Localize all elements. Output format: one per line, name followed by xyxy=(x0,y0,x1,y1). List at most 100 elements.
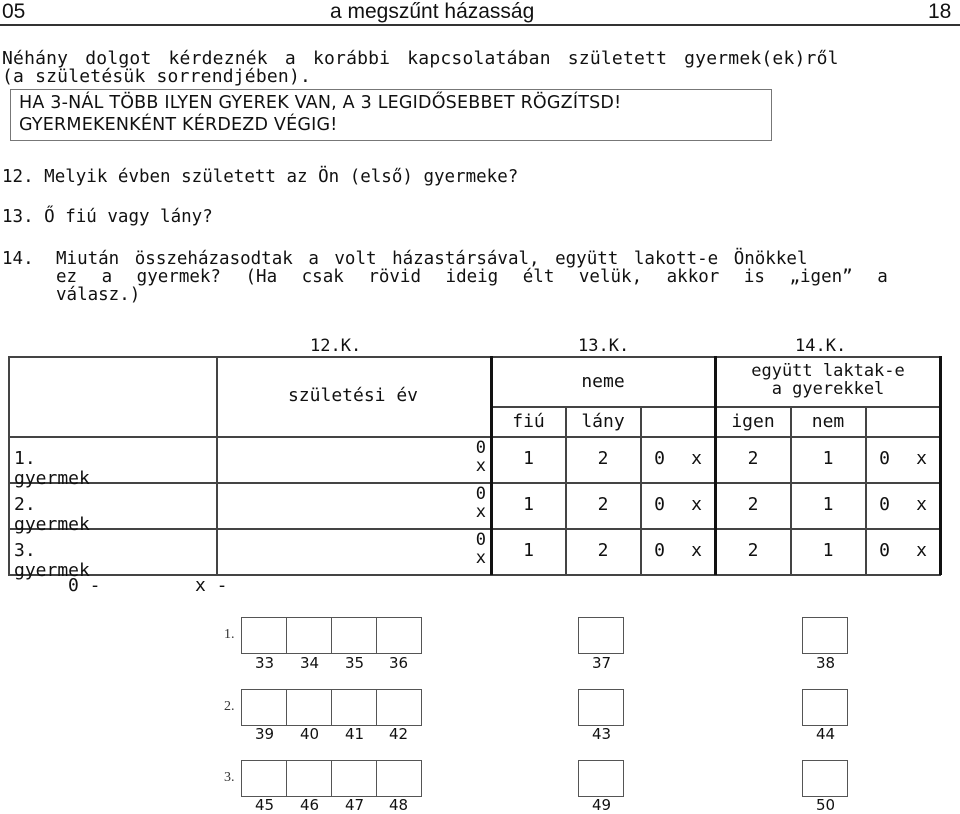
code-box-34[interactable] xyxy=(286,617,332,654)
header-lived-together-line-1: együtt laktak-e xyxy=(751,361,905,381)
code-number: 43 xyxy=(591,725,612,743)
code-number: 42 xyxy=(388,725,409,743)
row-1-lived-code-x[interactable]: x xyxy=(903,449,940,469)
code-box-43[interactable] xyxy=(578,689,624,726)
question-14-line-3: válasz.) xyxy=(56,285,141,305)
row-1-sex-code-0[interactable]: 0 xyxy=(641,449,678,469)
code-number: 36 xyxy=(388,654,409,672)
question-13: 13. Ő fiú vagy lány? xyxy=(2,208,213,226)
code-box-36[interactable] xyxy=(376,617,422,654)
code-12k: 12.K. xyxy=(310,336,362,356)
coding-row-label-1: 1. xyxy=(224,627,235,642)
legend-zero: 0 - xyxy=(68,575,101,596)
code-number: 38 xyxy=(815,654,836,672)
row-1-year-code-x: x xyxy=(475,456,486,476)
section-code: 05 xyxy=(2,0,26,23)
code-box-35[interactable] xyxy=(331,617,377,654)
row-1-yes-code[interactable]: 2 xyxy=(716,449,790,469)
row-1-no-code[interactable]: 1 xyxy=(791,449,865,469)
table-row-divider xyxy=(8,528,941,530)
subheader-girl: lány xyxy=(581,411,625,432)
code-box-42[interactable] xyxy=(376,689,422,726)
question-14-number: 14. xyxy=(2,249,34,269)
code-14k: 14.K. xyxy=(795,336,847,356)
coding-row-label-3: 3. xyxy=(224,770,235,785)
code-box-47[interactable] xyxy=(331,760,377,797)
subheader-no: nem xyxy=(811,411,845,432)
row-3-lived-code-0[interactable]: 0 xyxy=(866,541,903,561)
question-12-number: 12. xyxy=(2,167,34,187)
row-1-lived-code-0[interactable]: 0 xyxy=(866,449,903,469)
row-1-boy-code[interactable]: 1 xyxy=(492,449,565,469)
code-box-48[interactable] xyxy=(376,760,422,797)
row-3-sex-code-0[interactable]: 0 xyxy=(641,541,678,561)
row-2-year-code-0: 0 xyxy=(475,484,486,504)
row-2-sex-code-0[interactable]: 0 xyxy=(641,495,678,515)
row-1-year-code-0: 0 xyxy=(475,438,486,458)
row-2-lived-code-0[interactable]: 0 xyxy=(866,495,903,515)
row-3-no-code[interactable]: 1 xyxy=(791,541,865,561)
subheader-yes: igen xyxy=(731,411,775,432)
header-divider xyxy=(0,24,960,26)
code-box-45[interactable] xyxy=(241,760,287,797)
question-14-line-2: ez a gyermek? (Ha csak rövid ideig élt v… xyxy=(56,267,888,287)
code-box-49[interactable] xyxy=(578,760,624,797)
question-12: 12. Melyik évben született az Ön (első) … xyxy=(2,168,518,186)
code-box-50[interactable] xyxy=(802,760,848,797)
row-1-girl-code[interactable]: 2 xyxy=(566,449,640,469)
code-box-39[interactable] xyxy=(241,689,287,726)
header-sex: neme xyxy=(581,371,625,392)
subheader-boy: fiú xyxy=(512,411,545,432)
intro-line-2: (a születésük sorrendjében). xyxy=(2,66,312,87)
row-2-boy-code[interactable]: 1 xyxy=(492,495,565,515)
code-number: 40 xyxy=(299,725,320,743)
code-box-46[interactable] xyxy=(286,760,332,797)
row-3-yes-code[interactable]: 2 xyxy=(716,541,790,561)
question-13-text: Ő fiú vagy lány? xyxy=(44,207,213,227)
code-number: 35 xyxy=(344,654,365,672)
code-number: 39 xyxy=(254,725,275,743)
code-number: 33 xyxy=(254,654,275,672)
question-13-number: 13. xyxy=(2,207,34,227)
row-3-sex-code-x[interactable]: x xyxy=(678,541,715,561)
code-box-40[interactable] xyxy=(286,689,332,726)
row-1-sex-code-x[interactable]: x xyxy=(678,449,715,469)
code-box-37[interactable] xyxy=(578,617,624,654)
table-bottom-border xyxy=(8,574,941,576)
code-number: 34 xyxy=(299,654,320,672)
header-birth-year: születési év xyxy=(287,385,419,406)
page-number: 18 xyxy=(928,0,952,23)
page-title: a megszűnt házasság xyxy=(330,0,535,23)
row-label-child-2: 2. gyermek xyxy=(14,494,90,535)
row-3-year-code-x: x xyxy=(475,548,486,568)
code-box-44[interactable] xyxy=(802,689,848,726)
legend-x: x - xyxy=(195,575,228,596)
code-number: 41 xyxy=(344,725,365,743)
code-box-41[interactable] xyxy=(331,689,377,726)
coding-row-label-2: 2. xyxy=(224,699,235,714)
question-14-line-1: Miután összeházasodtak a volt házastársá… xyxy=(56,249,808,269)
code-box-38[interactable] xyxy=(802,617,848,654)
interviewer-instruction-box: HA 3-NÁL TÖBB ILYEN GYEREK VAN, A 3 LEGI… xyxy=(10,89,772,141)
code-box-33[interactable] xyxy=(241,617,287,654)
code-number: 44 xyxy=(815,725,836,743)
table-left-border xyxy=(8,356,10,575)
row-2-yes-code[interactable]: 2 xyxy=(716,495,790,515)
instruction-line-2: GYERMEKENKÉNT KÉRDEZD VÉGIG! xyxy=(19,115,338,135)
row-3-year-code-0: 0 xyxy=(475,530,486,550)
row-2-no-code[interactable]: 1 xyxy=(791,495,865,515)
row-3-girl-code[interactable]: 2 xyxy=(566,541,640,561)
table-top-border xyxy=(8,356,941,358)
table-row-divider xyxy=(8,482,941,484)
row-2-lived-code-x[interactable]: x xyxy=(903,495,940,515)
question-12-text: Melyik évben született az Ön (első) gyer… xyxy=(44,167,519,187)
row-3-lived-code-x[interactable]: x xyxy=(903,541,940,561)
row-2-girl-code[interactable]: 2 xyxy=(566,495,640,515)
code-13k: 13.K. xyxy=(578,336,630,356)
row-label-child-1: 1. gyermek xyxy=(14,448,90,489)
header-lived-together-line-2: a gyerekkel xyxy=(771,379,885,399)
instruction-line-1: HA 3-NÁL TÖBB ILYEN GYEREK VAN, A 3 LEGI… xyxy=(19,93,622,113)
row-2-year-code-x: x xyxy=(475,502,486,522)
row-3-boy-code[interactable]: 1 xyxy=(492,541,565,561)
row-2-sex-code-x[interactable]: x xyxy=(678,495,715,515)
